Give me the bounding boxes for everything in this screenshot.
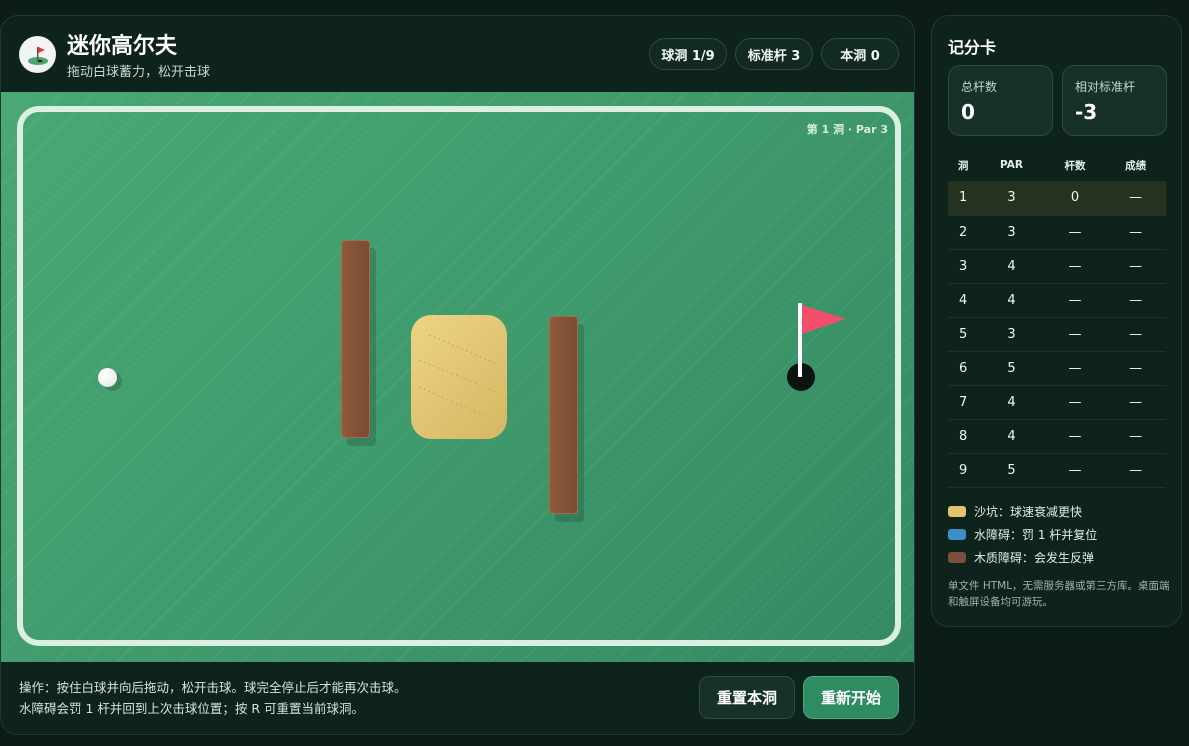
legend-label: 木质障碍：会发生反弹	[974, 551, 1095, 565]
hole-par: 4	[978, 283, 1045, 318]
hole-result: —	[1105, 249, 1166, 284]
table-row: 7 4 — —	[948, 385, 1166, 420]
game-header: 迷你高尔夫 拖动白球蓄力，松开击球 球洞 1/9 标准杆 3 本洞 0	[1, 16, 914, 92]
golf-logo-icon	[19, 36, 56, 73]
page-subtitle: 拖动白球蓄力，松开击球	[67, 65, 211, 80]
hole-number: 2	[948, 215, 979, 250]
golf-ball[interactable]	[98, 368, 117, 387]
hole-number: 1	[948, 181, 979, 216]
game-footer: 操作：按住白球并向后拖动，松开击球。球完全停止后才能再次击球。 水障碍会罚 1 …	[1, 662, 914, 734]
hole-number: 4	[948, 283, 979, 318]
hole-counter-badge: 球洞 1/9	[649, 38, 727, 70]
wood-obstacle	[549, 316, 578, 514]
hole-par: 3	[978, 317, 1045, 352]
hole-strokes: —	[1044, 283, 1106, 318]
legend-sand: 沙坑：球速衰减更快	[948, 503, 1082, 520]
hole-par: 5	[978, 453, 1045, 488]
table-row: 6 5 — —	[948, 351, 1166, 386]
table-row: 9 5 — —	[948, 453, 1166, 488]
hole-par: 3	[978, 215, 1045, 250]
game-panel: 迷你高尔夫 拖动白球蓄力，松开击球 球洞 1/9 标准杆 3 本洞 0 第 1 …	[0, 15, 915, 735]
legend-label: 沙坑：球速衰减更快	[974, 505, 1083, 519]
golf-course[interactable]: 第 1 洞 · Par 3	[1, 92, 914, 662]
hole-strokes: 0	[1044, 181, 1106, 216]
table-row: 8 4 — —	[948, 419, 1166, 454]
legend-water: 水障碍：罚 1 杆并复位	[948, 526, 1097, 543]
relative-par-card: 相对标准杆 -3	[1062, 65, 1167, 136]
hole-strokes: —	[1044, 385, 1106, 420]
wood-obstacle	[341, 240, 370, 438]
restart-button[interactable]: 重新开始	[803, 676, 899, 719]
hole-number: 3	[948, 249, 979, 284]
hole-result: —	[1105, 317, 1166, 352]
wood-swatch-icon	[948, 552, 966, 563]
table-row: 2 3 — —	[948, 215, 1166, 250]
page-title: 迷你高尔夫	[67, 34, 178, 59]
table-row: 3 4 — —	[948, 249, 1166, 284]
hole-strokes: —	[1044, 351, 1106, 386]
flag-icon	[802, 305, 846, 334]
hole-number: 9	[948, 453, 979, 488]
table-row: 5 3 — —	[948, 317, 1166, 352]
stroke-count-badge: 本洞 0	[821, 38, 899, 70]
scorecard-title: 记分卡	[948, 38, 997, 57]
sand-trap	[411, 315, 507, 439]
hole-strokes: —	[1044, 215, 1106, 250]
table-header-row: 洞 PAR 杆数 成绩	[948, 149, 1166, 181]
legend-label: 水障碍：罚 1 杆并复位	[974, 528, 1098, 542]
hole-result: —	[1105, 283, 1166, 318]
hole-strokes: —	[1044, 249, 1106, 284]
hole-par: 4	[978, 419, 1045, 454]
total-strokes-value: 0	[961, 100, 975, 124]
hole-par: 4	[978, 385, 1045, 420]
legend-wood: 木质障碍：会发生反弹	[948, 549, 1094, 566]
hole-result: —	[1105, 215, 1166, 250]
relative-par-value: -3	[1075, 100, 1098, 124]
hole-strokes: —	[1044, 453, 1106, 488]
hole-result: —	[1105, 351, 1166, 386]
water-swatch-icon	[948, 529, 966, 540]
sand-swatch-icon	[948, 506, 966, 517]
hole-par: 3	[978, 181, 1045, 216]
total-strokes-card: 总杆数 0	[948, 65, 1053, 136]
instructions-line-2: 水障碍会罚 1 杆并回到上次击球位置；按 R 可重置当前球洞。	[19, 701, 365, 716]
footnote: 单文件 HTML，无需服务器或第三方库。桌面端和触屏设备均可游玩。	[948, 580, 1170, 608]
hole-number: 5	[948, 317, 979, 352]
hole-number: 8	[948, 419, 979, 454]
table-row: 1 3 0 —	[948, 181, 1166, 216]
hole-number: 7	[948, 385, 979, 420]
par-badge: 标准杆 3	[735, 38, 813, 70]
column-header-result: 成绩	[1125, 159, 1147, 172]
hole-strokes: —	[1044, 419, 1106, 454]
hole-result: —	[1105, 385, 1166, 420]
relative-par-label: 相对标准杆	[1075, 80, 1136, 94]
hole-label: 第 1 洞 · Par 3	[806, 123, 888, 136]
table-row: 4 4 — —	[948, 283, 1166, 318]
instructions-line-1: 操作：按住白球并向后拖动，松开击球。球完全停止后才能再次击球。	[19, 680, 407, 695]
hole-number: 6	[948, 351, 979, 386]
hole-result: —	[1105, 181, 1166, 216]
scorecard-table: 洞 PAR 杆数 成绩 1 3 0 — 2 3 — — 3 4 — — 4 4 …	[948, 149, 1166, 488]
column-header-hole: 洞	[957, 159, 969, 172]
column-header-par: PAR	[1000, 159, 1023, 171]
scorecard-panel: 记分卡 总杆数 0 相对标准杆 -3 洞 PAR 杆数 成绩 1 3 0 — 2	[931, 15, 1182, 627]
hole-strokes: —	[1044, 317, 1106, 352]
column-header-strokes: 杆数	[1064, 159, 1086, 172]
hole-result: —	[1105, 419, 1166, 454]
hole-par: 4	[978, 249, 1045, 284]
hole-result: —	[1105, 453, 1166, 488]
total-strokes-label: 总杆数	[961, 80, 998, 94]
reset-hole-button[interactable]: 重置本洞	[699, 676, 795, 719]
hole-par: 5	[978, 351, 1045, 386]
